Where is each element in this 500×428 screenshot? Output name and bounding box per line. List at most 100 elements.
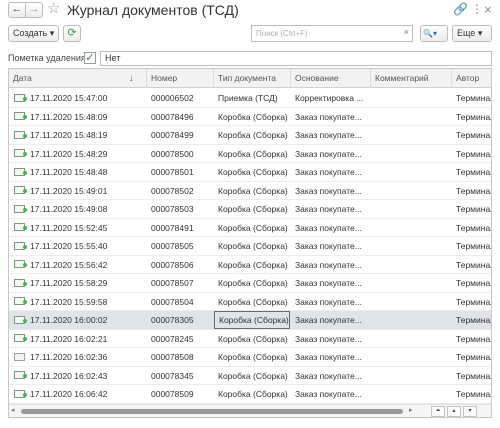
more-button[interactable]: Еще ▾ xyxy=(452,25,492,42)
favorite-star-icon[interactable]: ☆ xyxy=(47,1,60,17)
scroll-first-button[interactable]: ⏶ xyxy=(431,406,445,417)
cell-author: Терминал1 xyxy=(452,330,491,348)
cell-number-text: 000078506 xyxy=(151,259,194,270)
cell-number-text: 000078501 xyxy=(151,167,194,177)
back-button[interactable]: ← xyxy=(8,2,26,18)
cell-type-text: Коробка (Сборка) xyxy=(218,148,288,159)
column-header-number[interactable]: Номер xyxy=(147,69,214,88)
document-posted-icon xyxy=(14,315,27,324)
cell-base: Заказ покупате... xyxy=(291,126,370,144)
cell-number-text: 000078245 xyxy=(151,333,194,344)
table-row[interactable]: 17.11.2020 15:48:48 000078501 Коробка (Сбо… xyxy=(9,163,491,182)
cell-author-text: Терминал3 xyxy=(456,352,491,362)
cell-comment xyxy=(371,293,451,311)
scroll-left-icon[interactable]: ◂ xyxy=(11,406,15,414)
cell-base-text: Заказ покупате... xyxy=(295,370,362,381)
cell-type-text: Коробка (Сборка) xyxy=(218,296,288,307)
cell-date-text: 17.11.2020 16:06:42 xyxy=(30,389,108,399)
column-header-base[interactable]: Основание xyxy=(291,69,371,88)
scroll-right-icon[interactable]: ▸ xyxy=(409,406,413,414)
filter-label: Пометка удаления: xyxy=(8,53,89,63)
cell-author: Терминал3 xyxy=(452,237,491,255)
cell-base: Заказ покупате... xyxy=(291,256,370,274)
cell-number: 000078345 xyxy=(147,367,213,385)
table-row[interactable]: 17.11.2020 16:06:42 000078509 Коробка (Сбо… xyxy=(9,385,491,404)
table-row[interactable]: 17.11.2020 15:48:29 000078500 Коробка (Сбо… xyxy=(9,145,491,163)
document-posted-icon xyxy=(14,167,27,176)
table-row[interactable]: 17.11.2020 16:02:36 000078508 Коробка (Сбо… xyxy=(9,348,491,367)
cell-date-text: 17.11.2020 15:56:42 xyxy=(30,259,108,270)
close-icon[interactable]: × xyxy=(484,3,492,16)
cell-base: Заказ покупате... xyxy=(291,163,370,181)
search-input[interactable] xyxy=(252,26,402,41)
table-row[interactable]: 17.11.2020 16:02:43 000078345 Коробка (Сбо… xyxy=(9,367,491,385)
table-row[interactable]: 17.11.2020 15:49:01 000078502 Коробка (Сбо… xyxy=(9,182,491,200)
column-header-author[interactable]: Автор xyxy=(452,69,491,88)
table-row[interactable]: 17.11.2020 15:52:45 000078491 Коробка (Сбо… xyxy=(9,219,491,237)
cell-date-text: 17.11.2020 15:58:29 xyxy=(30,278,108,288)
cell-date: 17.11.2020 15:56:42 xyxy=(9,256,146,274)
chevron-down-icon: ▾ xyxy=(49,28,55,38)
table-row[interactable]: 17.11.2020 15:56:42 000078506 Коробка (Сбо… xyxy=(9,256,491,274)
column-header-type[interactable]: Тип документа xyxy=(214,69,291,88)
filter-value-field[interactable]: Нет xyxy=(100,51,492,66)
table-row[interactable]: 17.11.2020 15:59:58 000078504 Коробка (Сбо… xyxy=(9,293,491,311)
horizontal-scrollbar[interactable]: ◂ ▸ ⏶ ▴ ▾ xyxy=(9,404,491,417)
cell-number-text: 000078508 xyxy=(151,352,194,362)
cell-type-text: Коробка (Сборка) xyxy=(218,185,288,196)
cell-base-text: Заказ покупате... xyxy=(295,389,362,399)
column-header-date[interactable]: Дата ↓ xyxy=(9,69,147,88)
cell-comment xyxy=(371,163,451,181)
document-posted-icon xyxy=(14,334,27,343)
cell-type: Коробка (Сборка) xyxy=(214,367,290,385)
cell-number-text: 000078496 xyxy=(151,111,194,122)
refresh-button[interactable]: ⟳ xyxy=(63,25,81,42)
table-row[interactable]: 17.11.2020 15:58:29 000078507 Коробка (Сбо… xyxy=(9,274,491,293)
table-row[interactable]: 17.11.2020 15:55:40 000078505 Коробка (Сбо… xyxy=(9,237,491,256)
document-posted-icon xyxy=(14,297,27,306)
cell-type: Коробка (Сборка) xyxy=(214,274,290,292)
table-row[interactable]: 17.11.2020 16:00:02 000078305 Коробка (Сбо… xyxy=(9,311,491,330)
cell-base: Заказ покупате... xyxy=(291,219,370,237)
document-posted-icon xyxy=(14,223,27,232)
table-row[interactable]: 17.11.2020 15:48:09 000078496 Коробка (Сбо… xyxy=(9,108,491,126)
cell-date: 17.11.2020 15:49:01 xyxy=(9,182,146,200)
page-title: Журнал документов (ТСД) xyxy=(67,2,239,18)
cell-date: 17.11.2020 16:06:42 xyxy=(9,385,146,403)
link-icon[interactable]: 🔗 xyxy=(453,3,468,16)
cell-comment xyxy=(371,108,451,126)
cell-type: Коробка (Сборка) xyxy=(214,163,290,181)
cell-type: Коробка (Сборка) xyxy=(214,311,290,329)
table-row[interactable]: 17.11.2020 15:49:08 000078503 Коробка (Сбо… xyxy=(9,200,491,219)
cell-author-text: Терминал3 xyxy=(456,278,491,288)
cell-type: Коробка (Сборка) xyxy=(214,200,290,218)
scrollbar-thumb[interactable] xyxy=(21,409,403,414)
cell-base: Заказ покупате... xyxy=(291,311,370,329)
cell-type-text: Коробка (Сборка) xyxy=(219,315,289,325)
cell-base-text: Заказ покупате... xyxy=(295,167,362,177)
cell-base: Корректировка ... xyxy=(291,89,370,107)
forward-button[interactable]: → xyxy=(25,2,43,18)
refresh-icon: ⟳ xyxy=(67,27,77,39)
cell-number: 000078500 xyxy=(147,145,213,163)
cell-comment xyxy=(371,237,451,255)
cell-base: Заказ покупате... xyxy=(291,200,370,218)
filter-checkbox[interactable]: ✓ xyxy=(84,52,96,64)
cell-number: 000078505 xyxy=(147,237,213,255)
more-vertical-icon[interactable]: ⋮ xyxy=(471,3,483,16)
cell-comment xyxy=(371,219,451,237)
create-button[interactable]: Создать ▾ xyxy=(8,25,59,42)
cell-type-text: Коробка (Сборка) xyxy=(218,352,288,362)
document-posted-icon xyxy=(14,371,27,380)
cell-author: Терминал3 xyxy=(452,200,491,218)
scroll-down-button[interactable]: ▾ xyxy=(463,406,477,417)
clear-search-icon[interactable]: × xyxy=(404,27,409,37)
column-header-comment[interactable]: Комментарий xyxy=(371,69,452,88)
table-row[interactable]: 17.11.2020 15:48:19 000078499 Коробка (Сбо… xyxy=(9,126,491,145)
table-row[interactable]: 17.11.2020 15:47:00 000006502 Приемка (ТСД… xyxy=(9,89,491,108)
search-options-button[interactable]: 🔍▾ xyxy=(420,25,448,42)
cell-number-text: 000006502 xyxy=(151,93,194,103)
table-row[interactable]: 17.11.2020 16:02:21 000078245 Коробка (Сбо… xyxy=(9,330,491,348)
cell-date: 17.11.2020 16:02:21 xyxy=(9,330,146,348)
scroll-up-button[interactable]: ▴ xyxy=(447,406,461,417)
